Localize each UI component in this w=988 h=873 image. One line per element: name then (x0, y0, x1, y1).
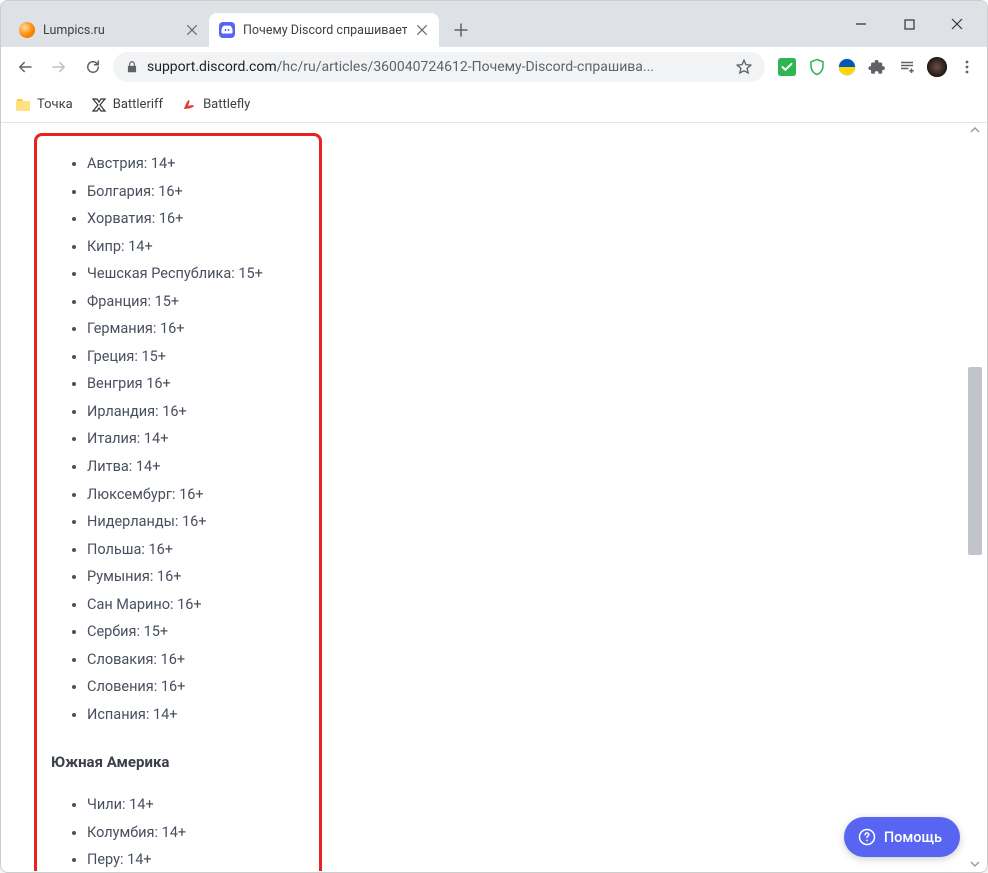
list-item: Ирландия: 16+ (87, 398, 309, 426)
bookmark-label: Battlefly (203, 97, 250, 112)
tab-strip: Lumpics.ru Почему Discord спрашивает м (1, 1, 475, 47)
tab-discord-support[interactable]: Почему Discord спрашивает м (209, 13, 439, 47)
bookmark-label: Battleriff (113, 97, 163, 112)
list-item: Сербия: 15+ (87, 618, 309, 646)
section-header-south-america: Южная Америка (51, 748, 309, 777)
tab-title: Lumpics.ru (43, 23, 177, 38)
toolbar: support.discord.com/hc/ru/articles/36004… (1, 47, 987, 87)
tab-lumpics[interactable]: Lumpics.ru (9, 13, 209, 47)
extension-check-icon[interactable] (777, 57, 797, 77)
list-item: Венгрия 16+ (87, 370, 309, 398)
address-bar[interactable]: support.discord.com/hc/ru/articles/36004… (113, 52, 765, 82)
lock-icon (125, 60, 139, 74)
list-item: Германия: 16+ (87, 315, 309, 343)
extensions (771, 57, 977, 77)
close-icon[interactable] (415, 23, 429, 37)
list-item: Греция: 15+ (87, 343, 309, 371)
list-item: Словения: 16+ (87, 673, 309, 701)
list-item: Болгария: 16+ (87, 178, 309, 206)
battlefly-icon (181, 97, 197, 113)
reading-list-icon[interactable] (897, 57, 917, 77)
bookmark-battlefly[interactable]: Battlefly (181, 97, 250, 113)
page-viewport: Австрия: 14+Болгария: 16+Хорватия: 16+Ки… (2, 123, 986, 871)
list-item: Испания: 14+ (87, 701, 309, 729)
list-item: Польша: 16+ (87, 536, 309, 564)
bookmark-battleriff[interactable]: Battleriff (91, 97, 163, 113)
browser-window: Lumpics.ru Почему Discord спрашивает м (0, 0, 988, 873)
bookmark-tochka[interactable]: Точка (15, 97, 73, 113)
list-item: Румыния: 16+ (87, 563, 309, 591)
south-america-age-list: Чили: 14+Колумбия: 14+Перу: 14+Венесуэла… (47, 791, 309, 871)
list-item: Австрия: 14+ (87, 150, 309, 178)
extension-flag-icon[interactable] (837, 57, 857, 77)
window-controls (839, 1, 987, 47)
lumpics-icon (19, 22, 35, 38)
list-item: Словакия: 16+ (87, 646, 309, 674)
list-item: Колумбия: 14+ (87, 819, 309, 847)
tab-title: Почему Discord спрашивает м (243, 23, 407, 38)
battleriff-icon (91, 97, 107, 113)
extension-shield-icon[interactable] (807, 57, 827, 77)
folder-icon (15, 97, 31, 113)
list-item: Франция: 15+ (87, 288, 309, 316)
reload-button[interactable] (79, 53, 107, 81)
list-item: Чили: 14+ (87, 791, 309, 819)
scroll-thumb[interactable] (968, 367, 982, 554)
list-item: Люксембург: 16+ (87, 481, 309, 509)
maximize-button[interactable] (887, 9, 931, 39)
bookmark-star-icon[interactable] (735, 58, 753, 76)
list-item: Перу: 14+ (87, 846, 309, 871)
bookmark-label: Точка (37, 97, 73, 112)
vertical-scrollbar[interactable] (968, 123, 982, 871)
discord-icon (219, 22, 235, 38)
avatar[interactable] (927, 57, 947, 77)
url-text: support.discord.com/hc/ru/articles/36004… (147, 59, 727, 75)
article-content: Австрия: 14+Болгария: 16+Хорватия: 16+Ки… (2, 123, 986, 871)
list-item: Литва: 14+ (87, 453, 309, 481)
close-window-button[interactable] (935, 9, 979, 39)
kebab-menu-icon[interactable] (957, 57, 977, 77)
extensions-puzzle-icon[interactable] (867, 57, 887, 77)
new-tab-button[interactable] (447, 16, 475, 44)
scroll-track[interactable] (968, 137, 982, 857)
help-button[interactable]: Помощь (844, 817, 960, 857)
scroll-down-arrow-icon[interactable] (968, 857, 982, 871)
scroll-up-arrow-icon[interactable] (968, 123, 982, 137)
minimize-button[interactable] (839, 9, 883, 39)
close-icon[interactable] (185, 23, 199, 37)
forward-button[interactable] (45, 53, 73, 81)
window-titlebar: Lumpics.ru Почему Discord спрашивает м (1, 1, 987, 47)
list-item: Сан Марино: 16+ (87, 591, 309, 619)
highlighted-region: Австрия: 14+Болгария: 16+Хорватия: 16+Ки… (34, 133, 322, 871)
list-item: Чешская Республика: 15+ (87, 260, 309, 288)
list-item: Нидерланды: 16+ (87, 508, 309, 536)
list-item: Кипр: 14+ (87, 233, 309, 261)
bookmarks-bar: Точка Battleriff Battlefly (1, 87, 987, 123)
help-label: Помощь (884, 829, 942, 846)
list-item: Хорватия: 16+ (87, 205, 309, 233)
list-item: Италия: 14+ (87, 425, 309, 453)
help-icon (858, 828, 876, 846)
back-button[interactable] (11, 53, 39, 81)
europe-age-list: Австрия: 14+Болгария: 16+Хорватия: 16+Ки… (47, 150, 309, 728)
